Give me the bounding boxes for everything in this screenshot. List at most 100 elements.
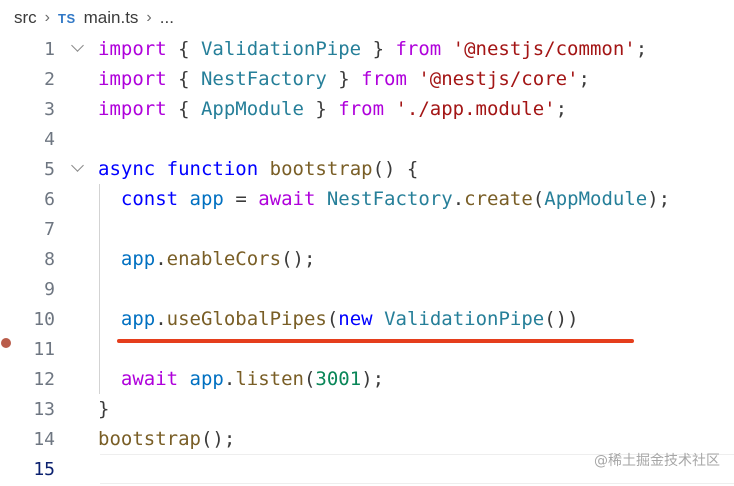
code-token: { — [166, 98, 201, 120]
code-line[interactable]: 1 import { ValidationPipe } from '@nestjs… — [0, 34, 734, 64]
code-token: = — [223, 188, 259, 210]
code-token: import — [98, 98, 167, 120]
code-line[interactable]: 9 — [0, 274, 734, 304]
code-token: . — [223, 368, 236, 390]
line-number: 4 — [44, 128, 55, 150]
code-token: function — [166, 158, 259, 180]
code-token: ( — [303, 368, 316, 390]
code-token: app — [189, 368, 224, 390]
line-number: 10 — [33, 308, 55, 330]
code-token: ); — [647, 188, 671, 210]
code-token: AppModule — [200, 98, 304, 120]
breadcrumb: src › TS main.ts › ... — [14, 5, 174, 31]
code-token: app — [120, 308, 156, 330]
code-token: from — [338, 98, 385, 120]
code-token: ; — [555, 98, 568, 120]
code-token: app — [189, 188, 224, 210]
code-token: app — [120, 248, 156, 270]
code-token: ValidationPipe — [200, 38, 362, 60]
fold-chevron-icon[interactable] — [71, 39, 84, 52]
code-token: { — [166, 68, 201, 90]
code-text: const app = await NestFactory.create(App… — [98, 188, 670, 210]
line-number: 2 — [44, 68, 55, 90]
code-text: app.useGlobalPipes(new ValidationPipe()) — [98, 308, 579, 330]
line-number: 3 — [44, 98, 55, 120]
line-number: 6 — [44, 188, 55, 210]
code-text: import { ValidationPipe } from '@nestjs/… — [98, 38, 647, 60]
code-text: bootstrap(); — [98, 428, 235, 450]
code-token: } — [326, 68, 362, 90]
code-token: } — [98, 398, 110, 420]
line-number: 5 — [44, 158, 55, 180]
code-text: import { AppModule } from './app.module'… — [98, 98, 567, 120]
code-token: from — [395, 38, 442, 60]
code-text: await app.listen(3001); — [98, 368, 384, 390]
code-token: NestFactory — [200, 68, 327, 90]
code-line[interactable]: 6 const app = await NestFactory.create(A… — [0, 184, 734, 214]
fold-gutter — [55, 454, 98, 484]
fold-chevron-icon[interactable] — [71, 159, 84, 172]
code-line[interactable]: 5 async function bootstrap() { — [0, 154, 734, 184]
code-token: ValidationPipe — [384, 308, 545, 330]
breadcrumb-more[interactable]: ... — [160, 8, 174, 28]
code-token: './app.module' — [395, 98, 556, 120]
code-token: async — [98, 158, 156, 180]
code-line[interactable]: 2 import { NestFactory } from '@nestjs/co… — [0, 64, 734, 94]
fold-gutter — [55, 184, 98, 214]
code-token: } — [361, 38, 396, 60]
code-token: ; — [578, 68, 590, 90]
code-editor[interactable]: 1 import { ValidationPipe } from '@nestjs… — [0, 34, 734, 486]
code-token: await — [258, 188, 316, 210]
code-token: . — [155, 308, 167, 330]
code-text: async function bootstrap() { — [98, 158, 418, 180]
breadcrumb-folder[interactable]: src — [14, 8, 37, 28]
code-token: enableCors — [166, 248, 282, 270]
code-token: () { — [372, 158, 419, 180]
line-number: 1 — [44, 38, 55, 60]
typescript-file-icon: TS — [58, 10, 76, 26]
code-token: ( — [532, 188, 545, 210]
code-line[interactable]: 3 import { AppModule } from './app.module… — [0, 94, 734, 124]
code-line[interactable]: 4 — [0, 124, 734, 154]
red-underline-annotation — [117, 339, 634, 343]
code-line[interactable]: 7 — [0, 214, 734, 244]
fold-gutter — [55, 334, 98, 364]
fold-gutter — [55, 394, 98, 424]
code-token: ); — [361, 368, 385, 390]
code-line[interactable]: 8 app.enableCors(); — [0, 244, 734, 274]
fold-gutter — [55, 304, 98, 334]
code-line[interactable]: 12 await app.listen(3001); — [0, 364, 734, 394]
indent-guide — [99, 184, 100, 394]
code-token: bootstrap — [269, 158, 373, 180]
code-token: from — [361, 68, 407, 90]
code-token: import — [98, 68, 167, 90]
code-token: 3001 — [315, 368, 362, 390]
code-line[interactable]: 13} — [0, 394, 734, 424]
chevron-right-icon: › — [44, 9, 50, 26]
code-token: ; — [635, 38, 648, 60]
code-token: NestFactory — [326, 188, 453, 210]
fold-gutter — [55, 274, 98, 304]
line-number: 14 — [33, 428, 55, 450]
fold-gutter — [55, 34, 98, 64]
code-token: bootstrap — [98, 428, 201, 450]
breakpoint-icon[interactable] — [1, 338, 11, 348]
code-token: useGlobalPipes — [166, 308, 327, 330]
code-token: . — [452, 188, 465, 210]
code-text: } — [98, 398, 109, 420]
code-line[interactable]: 10 app.useGlobalPipes(new ValidationPipe… — [0, 304, 734, 334]
fold-gutter — [55, 364, 98, 394]
breadcrumb-file[interactable]: main.ts — [84, 8, 139, 28]
code-token: await — [120, 368, 179, 390]
code-token: create — [464, 188, 533, 210]
